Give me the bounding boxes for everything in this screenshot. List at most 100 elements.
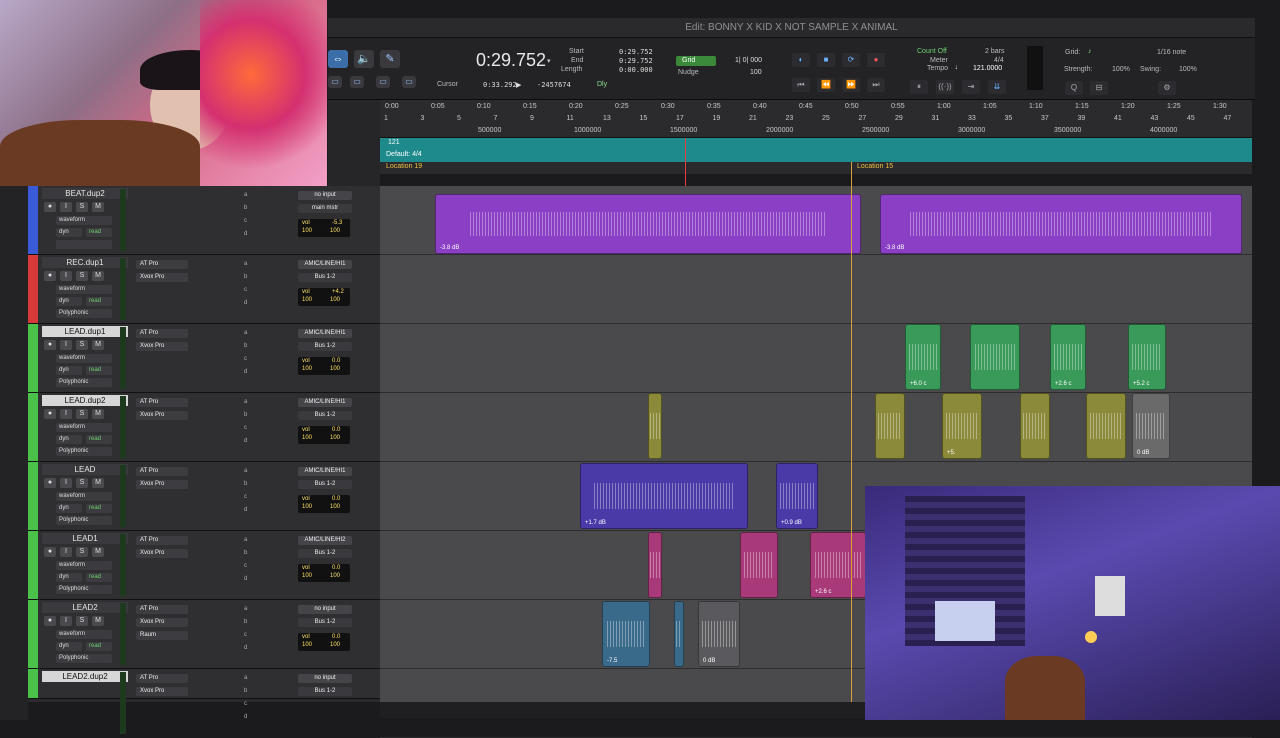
send-slot-label[interactable]: c <box>244 494 247 500</box>
audio-clip[interactable] <box>1086 393 1126 459</box>
pan-right[interactable]: 100 <box>330 573 340 579</box>
pan-left[interactable]: 100 <box>302 435 312 441</box>
mute-button[interactable]: M <box>92 409 104 419</box>
insert-slot[interactable]: AT Pro <box>136 329 188 338</box>
input-selector[interactable]: AMIC/LINE/HI1 <box>298 467 352 476</box>
nudge-value[interactable]: 100 <box>750 69 762 76</box>
volume-pan-box[interactable]: vol 0.0 100 100 <box>298 633 350 651</box>
pan-left[interactable]: 100 <box>302 642 312 648</box>
output-selector[interactable]: Bus 1-2 <box>298 618 352 627</box>
grid-mode-icon[interactable]: ▭ <box>376 76 390 88</box>
send-slot-label[interactable]: d <box>244 300 247 306</box>
track-header[interactable]: BEAT.dup2 ● I S Mwaveform dyn read no input main… <box>28 186 380 255</box>
insert-slot[interactable]: Xvox Pro <box>136 480 188 489</box>
send-slot-label[interactable]: a <box>244 261 247 267</box>
audio-clip[interactable]: -7.5 <box>602 601 650 667</box>
send-slot-label[interactable]: a <box>244 675 247 681</box>
track-name[interactable]: LEAD2.dup2 <box>42 671 128 682</box>
delay-label[interactable]: Dly <box>597 81 607 88</box>
end-value[interactable]: 0:29.752 <box>619 57 653 65</box>
loop-playback-icon[interactable]: ◐ <box>792 53 810 67</box>
clip-gain[interactable]: 0 dB <box>703 658 715 664</box>
record-enable-icon[interactable]: ● <box>44 478 56 488</box>
trim-tool-icon[interactable]: ⇔ <box>328 50 348 68</box>
audio-clip[interactable]: -3.8 dB <box>435 194 861 254</box>
audio-clip[interactable]: -3.8 dB <box>880 194 1242 254</box>
speaker-icon[interactable]: 🔈 <box>354 50 374 68</box>
vol-value[interactable]: 0.0 <box>332 565 340 571</box>
output-selector[interactable]: Bus 1-2 <box>298 273 352 282</box>
audio-clip[interactable] <box>875 393 905 459</box>
solo-button[interactable]: S <box>76 202 88 212</box>
location-marker-15[interactable]: Location 15 <box>857 163 893 170</box>
send-slot-label[interactable]: b <box>244 274 247 280</box>
insert-slot[interactable]: AT Pro <box>136 260 188 269</box>
playlist-selector[interactable]: dyn <box>56 573 82 582</box>
record-enable-icon[interactable]: ● <box>44 616 56 626</box>
mute-button[interactable]: M <box>92 478 104 488</box>
track-view-selector[interactable]: waveform <box>56 492 112 501</box>
record-enable-icon[interactable]: ● <box>44 409 56 419</box>
counter-dropdown-icon[interactable]: ▾ <box>547 57 551 65</box>
clip-gain[interactable]: 0 dB <box>1137 450 1149 456</box>
send-slot-label[interactable]: c <box>244 563 247 569</box>
volume-pan-box[interactable]: vol 0.0 100 100 <box>298 495 350 513</box>
record-icon[interactable]: ● <box>867 53 885 67</box>
send-slot-label[interactable]: d <box>244 438 247 444</box>
solo-button[interactable]: S <box>76 547 88 557</box>
input-monitor-button[interactable]: I <box>60 409 72 419</box>
clip-gain[interactable]: -7.5 <box>607 658 617 664</box>
send-slot-label[interactable]: b <box>244 205 247 211</box>
clip-gain[interactable]: +5. <box>947 450 956 456</box>
playlist-selector[interactable]: dyn <box>56 504 82 513</box>
pan-right[interactable]: 100 <box>330 297 340 303</box>
link-icon[interactable]: ⇥ <box>962 80 980 94</box>
wave-icon[interactable]: ((·)) <box>936 80 954 94</box>
send-slot-label[interactable]: a <box>244 399 247 405</box>
track-name[interactable]: LEAD.dup2 <box>42 395 128 406</box>
track-color-bar[interactable] <box>28 462 38 530</box>
elastic-audio-mode[interactable]: Polyphonic <box>56 516 112 525</box>
insert-slot[interactable]: Xvox Pro <box>136 273 188 282</box>
send-slot-label[interactable]: d <box>244 369 247 375</box>
send-slot-label[interactable]: b <box>244 412 247 418</box>
quantize-icon[interactable]: Q <box>1065 81 1083 95</box>
playlist-selector[interactable]: dyn <box>56 642 82 651</box>
elastic-audio-mode[interactable]: Polyphonic <box>56 309 112 318</box>
input-monitor-button[interactable]: I <box>60 616 72 626</box>
mute-button[interactable]: M <box>92 340 104 350</box>
insert-slot[interactable]: AT Pro <box>136 536 188 545</box>
track-view-selector[interactable]: waveform <box>56 423 112 432</box>
pan-right[interactable]: 100 <box>330 504 340 510</box>
input-monitor-button[interactable]: I <box>60 478 72 488</box>
mute-button[interactable]: M <box>92 271 104 281</box>
audio-clip[interactable]: +6.0 c <box>905 324 941 390</box>
audio-clip[interactable]: 0 dB <box>1132 393 1170 459</box>
send-slot-label[interactable]: d <box>244 714 247 720</box>
track-color-bar[interactable] <box>28 393 38 461</box>
mute-button[interactable]: M <box>92 616 104 626</box>
audio-clip[interactable]: 0 dB <box>698 601 740 667</box>
track-color-bar[interactable] <box>28 600 38 668</box>
playlist-selector[interactable]: dyn <box>56 297 82 306</box>
track-color-bar[interactable] <box>28 255 38 323</box>
solo-button[interactable]: S <box>76 271 88 281</box>
vol-value[interactable]: 0.0 <box>332 634 340 640</box>
elastic-audio-mode[interactable]: Polyphonic <box>56 654 112 663</box>
audio-clip[interactable]: +0.9 dB <box>776 463 818 529</box>
insert-slot[interactable]: Xvox Pro <box>136 687 188 696</box>
send-slot-label[interactable]: d <box>244 645 247 651</box>
input-selector[interactable]: AMIC/LINE/HI1 <box>298 329 352 338</box>
grid-toggle[interactable]: Grid <box>676 56 716 66</box>
length-value[interactable]: 0:00.000 <box>619 66 653 74</box>
send-slot-label[interactable]: a <box>244 606 247 612</box>
track-name[interactable]: LEAD <box>42 464 128 475</box>
audio-clip[interactable] <box>970 324 1020 390</box>
clip-gain[interactable]: -3.8 dB <box>440 245 459 251</box>
track-lane[interactable] <box>380 324 1252 393</box>
meter-value[interactable]: 4/4 <box>994 57 1004 64</box>
send-slot-label[interactable]: a <box>244 468 247 474</box>
audio-clip[interactable] <box>648 393 662 459</box>
send-slot-label[interactable]: b <box>244 343 247 349</box>
track-name[interactable]: LEAD.dup1 <box>42 326 128 337</box>
